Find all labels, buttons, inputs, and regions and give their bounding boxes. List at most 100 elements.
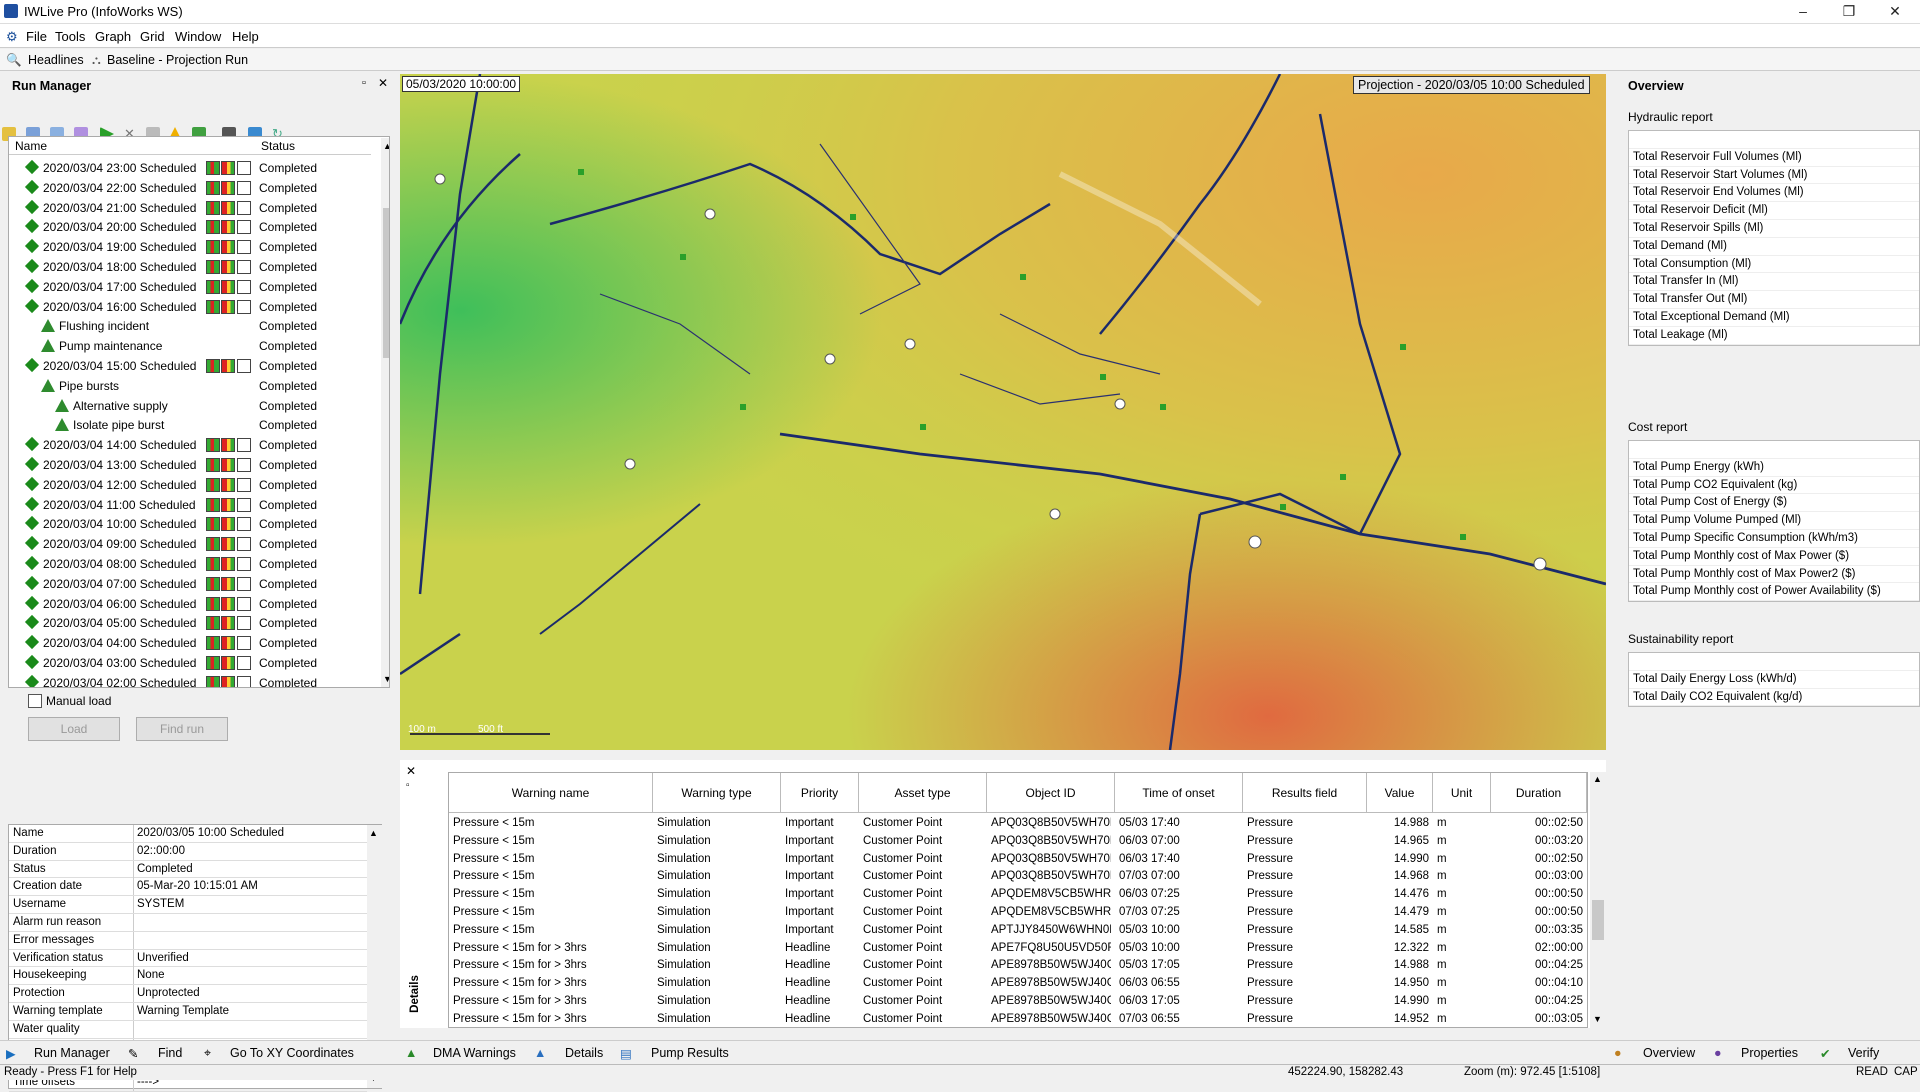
run-list-item[interactable]: 2020/03/04 02:00 Scheduled Completed	[9, 673, 371, 687]
run-list-item[interactable]: 2020/03/04 11:00 Scheduled Completed	[9, 495, 371, 515]
warning-row[interactable]: Pressure < 15m Simulation Important Custome…	[449, 904, 1591, 922]
tab-overview[interactable]: Overview	[1643, 1046, 1695, 1060]
property-row[interactable]: Creation date 05-Mar-20 10:15:01 AM	[9, 878, 367, 897]
warnings-col-header[interactable]: Warning name	[449, 773, 653, 813]
tab-properties[interactable]: Properties	[1741, 1046, 1798, 1060]
run-list-item[interactable]: Isolate pipe burst Completed	[9, 415, 371, 435]
tab-headlines[interactable]: Headlines	[28, 53, 84, 67]
app-menu-icon[interactable]: ⚙	[6, 29, 18, 45]
warn-scroll-thumb[interactable]	[1592, 900, 1604, 940]
run-list-item[interactable]: 2020/03/04 08:00 Scheduled Completed	[9, 554, 371, 574]
warning-row[interactable]: Pressure < 15m for > 3hrs Simulation Headl…	[449, 1011, 1591, 1029]
run-list-item[interactable]: 2020/03/04 20:00 Scheduled Completed	[9, 217, 371, 237]
warnings-col-header[interactable]: Object ID	[987, 773, 1115, 813]
pin-icon[interactable]: ▫	[362, 77, 366, 89]
run-list-item[interactable]: 2020/03/04 04:00 Scheduled Completed	[9, 633, 371, 653]
warning-row[interactable]: Pressure < 15m Simulation Important Custome…	[449, 815, 1591, 833]
col-name-header[interactable]: Name	[15, 139, 47, 153]
property-row[interactable]: Warning template Warning Template	[9, 1003, 367, 1021]
run-list-item[interactable]: 2020/03/04 18:00 Scheduled Completed	[9, 257, 371, 277]
property-row[interactable]: Verification status Unverified	[9, 949, 367, 968]
tab-details[interactable]: Details	[565, 1046, 603, 1060]
col-status-header[interactable]: Status	[261, 139, 295, 153]
close-panel-icon[interactable]: ✕	[378, 76, 388, 90]
warning-row[interactable]: Pressure < 15m Simulation Important Custome…	[449, 833, 1591, 851]
menu-window[interactable]: Window	[175, 29, 221, 44]
tab-find[interactable]: Find	[158, 1046, 182, 1060]
run-list-scrollbar[interactable]: ▲ ▼	[381, 138, 389, 687]
warn-scroll-up-icon[interactable]: ▲	[1593, 774, 1602, 784]
property-row[interactable]: Water quality	[9, 1020, 367, 1039]
run-list-item[interactable]: 2020/03/04 15:00 Scheduled Completed	[9, 356, 371, 376]
property-row[interactable]: Protection Unprotected	[9, 985, 367, 1003]
warning-row[interactable]: Pressure < 15m Simulation Important Custome…	[449, 922, 1591, 940]
warnings-scrollbar[interactable]: ▲ ▼	[1590, 772, 1606, 1028]
warning-row[interactable]: Pressure < 15m for > 3hrs Simulation Headl…	[449, 940, 1591, 958]
run-list-item[interactable]: 2020/03/04 14:00 Scheduled Completed	[9, 435, 371, 455]
property-row[interactable]: Status Completed	[9, 860, 367, 879]
tab-verify[interactable]: Verify	[1848, 1046, 1879, 1060]
pin-warnings-icon[interactable]: ▫	[406, 780, 410, 791]
run-list-item[interactable]: Pump maintenance Completed	[9, 336, 371, 356]
menu-file[interactable]: File	[26, 29, 47, 44]
warnings-col-header[interactable]: Unit	[1433, 773, 1491, 813]
warnings-col-header[interactable]: Priority	[781, 773, 859, 813]
warn-scroll-down-icon[interactable]: ▼	[1593, 1014, 1602, 1024]
warning-row[interactable]: Pressure < 15m for > 3hrs Simulation Headl…	[449, 975, 1591, 993]
close-button[interactable]: ✕	[1872, 0, 1918, 24]
warnings-col-header[interactable]: Duration	[1491, 773, 1587, 813]
property-row[interactable]: Error messages	[9, 931, 367, 950]
menu-tools[interactable]: Tools	[55, 29, 85, 44]
warning-row[interactable]: Pressure < 15m for > 3hrs Simulation Headl…	[449, 957, 1591, 975]
tab-pump-results[interactable]: Pump Results	[651, 1046, 729, 1060]
map-canvas[interactable]	[400, 74, 1606, 750]
property-row[interactable]: Duration 02::00:00	[9, 842, 367, 861]
tab-run-manager[interactable]: Run Manager	[34, 1046, 110, 1060]
warnings-col-header[interactable]: Asset type	[859, 773, 987, 813]
scroll-up-icon[interactable]: ▲	[383, 141, 389, 151]
maximize-button[interactable]: ❐	[1826, 0, 1872, 24]
run-list-item[interactable]: 2020/03/04 16:00 Scheduled Completed	[9, 297, 371, 317]
property-row[interactable]: Username SYSTEM	[9, 896, 367, 914]
warning-row[interactable]: Pressure < 15m Simulation Important Custome…	[449, 868, 1591, 886]
run-list-item[interactable]: 2020/03/04 09:00 Scheduled Completed	[9, 534, 371, 554]
run-list-item[interactable]: Pipe bursts Completed	[9, 376, 371, 396]
menu-help[interactable]: Help	[232, 29, 259, 44]
run-list-item[interactable]: 2020/03/04 03:00 Scheduled Completed	[9, 653, 371, 673]
close-warnings-icon[interactable]: ✕	[406, 764, 416, 778]
property-row[interactable]: Housekeeping None	[9, 967, 367, 986]
tab-dma-warnings[interactable]: DMA Warnings	[433, 1046, 516, 1060]
warnings-col-header[interactable]: Results field	[1243, 773, 1367, 813]
warning-row[interactable]: Pressure < 15m for > 3hrs Simulation Headl…	[449, 993, 1591, 1011]
warning-row[interactable]: Pressure < 15m Simulation Important Custome…	[449, 851, 1591, 869]
scroll-thumb[interactable]	[383, 208, 389, 358]
menu-graph[interactable]: Graph	[95, 29, 131, 44]
run-list-item[interactable]: 2020/03/04 13:00 Scheduled Completed	[9, 455, 371, 475]
run-list-item[interactable]: 2020/03/04 17:00 Scheduled Completed	[9, 277, 371, 297]
tab-go-to-xy[interactable]: Go To XY Coordinates	[230, 1046, 354, 1060]
run-list-item[interactable]: 2020/03/04 05:00 Scheduled Completed	[9, 613, 371, 633]
run-list-item[interactable]: Flushing incident Completed	[9, 316, 371, 336]
warning-row[interactable]: Pressure < 15m Simulation Important Custome…	[449, 886, 1591, 904]
props-scroll-up-icon[interactable]: ▲	[369, 828, 378, 838]
warnings-col-header[interactable]: Value	[1367, 773, 1433, 813]
run-list-item[interactable]: 2020/03/04 12:00 Scheduled Completed	[9, 475, 371, 495]
property-row[interactable]: Alarm run reason	[9, 914, 367, 932]
minimize-button[interactable]: –	[1780, 0, 1826, 24]
warnings-col-header[interactable]: Warning type	[653, 773, 781, 813]
network-map[interactable]: 100 m 500 ft	[400, 74, 1606, 750]
run-list-item[interactable]: 2020/03/04 06:00 Scheduled Completed	[9, 594, 371, 614]
warnings-col-header[interactable]: Time of onset	[1115, 773, 1243, 813]
run-list-item[interactable]: 2020/03/04 19:00 Scheduled Completed	[9, 237, 371, 257]
scroll-down-icon[interactable]: ▼	[383, 674, 389, 684]
manual-load-checkbox[interactable]	[28, 694, 42, 708]
run-list-item[interactable]: 2020/03/04 22:00 Scheduled Completed	[9, 178, 371, 198]
run-list-item[interactable]: 2020/03/04 07:00 Scheduled Completed	[9, 574, 371, 594]
details-side-tab[interactable]: Details	[409, 975, 421, 1013]
run-list-item[interactable]: 2020/03/04 21:00 Scheduled Completed	[9, 198, 371, 218]
run-list-item[interactable]: 2020/03/04 23:00 Scheduled Completed	[9, 158, 371, 178]
run-list-item[interactable]: Alternative supply Completed	[9, 396, 371, 416]
tab-baseline-projection[interactable]: Baseline - Projection Run	[107, 53, 248, 67]
menu-grid[interactable]: Grid	[140, 29, 165, 44]
find-run-button[interactable]: Find run	[136, 717, 228, 741]
